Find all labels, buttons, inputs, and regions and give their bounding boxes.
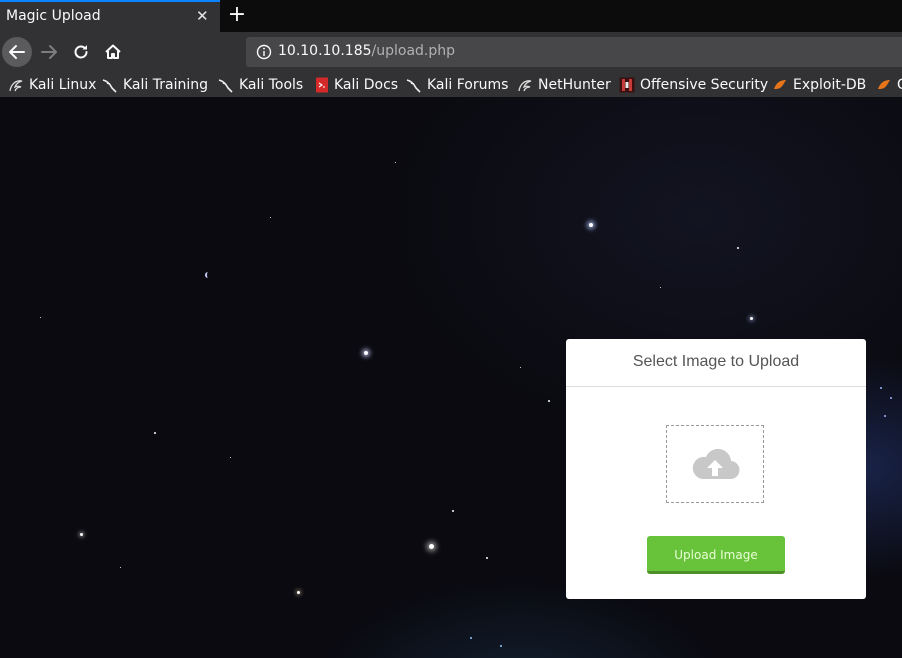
bookmark-kali-forums[interactable]: Kali Forums (406, 75, 508, 95)
star (470, 637, 472, 639)
bookmark-kali-docs[interactable]: Kali Docs (315, 75, 398, 95)
star (40, 317, 41, 318)
star (890, 397, 892, 399)
star (884, 415, 886, 417)
close-tab-icon[interactable]: ✕ (196, 7, 209, 25)
star (750, 317, 753, 320)
star (120, 567, 121, 568)
kali-dragon-icon (9, 80, 23, 92)
image-dropzone[interactable] (666, 425, 764, 503)
bookmark-exploit-db[interactable]: Exploit-DB (772, 75, 866, 95)
star (395, 162, 396, 163)
navigation-toolbar: 10.10.10.185/upload.php (0, 32, 902, 72)
star (452, 510, 454, 512)
star (154, 432, 156, 434)
new-tab-button[interactable]: + (226, 1, 248, 29)
page-content: Select Image to Upload Upload Image (0, 97, 902, 658)
bookmark-label: Exploit-DB (793, 77, 867, 93)
bookmark-nethunter[interactable]: NetHunter (517, 75, 611, 95)
reload-button[interactable] (67, 38, 95, 66)
star (429, 544, 434, 549)
kali-docs-icon (316, 77, 328, 93)
bookmark-overflow[interactable]: G (876, 75, 902, 95)
star (364, 351, 368, 355)
star (520, 367, 521, 368)
exploit-db-icon (774, 80, 786, 89)
home-button[interactable] (99, 38, 127, 66)
reload-icon (74, 45, 88, 59)
upload-card: Select Image to Upload Upload Image (566, 339, 866, 599)
url-bar[interactable]: 10.10.10.185/upload.php (246, 37, 902, 67)
card-title: Select Image to Upload (566, 339, 866, 387)
offsec-icon (619, 77, 635, 93)
info-icon[interactable] (256, 44, 272, 60)
tab-strip: Magic Upload ✕ + (0, 0, 902, 32)
kali-dragon-icon (518, 80, 532, 92)
star (880, 387, 882, 389)
star (486, 557, 488, 559)
bookmark-kali-linux[interactable]: Kali Linux (8, 75, 96, 95)
bookmark-label: Kali Tools (239, 77, 304, 93)
forward-button[interactable] (35, 38, 63, 66)
back-button[interactable] (2, 37, 32, 67)
arrow-right-icon (41, 45, 57, 59)
star (500, 645, 502, 647)
bookmark-kali-training[interactable]: Kali Training (102, 75, 208, 95)
kali-dragon-icon (102, 79, 117, 93)
star (297, 591, 300, 594)
bookmark-label: G (897, 77, 902, 93)
url-path: /upload.php (371, 43, 456, 59)
home-icon (105, 44, 121, 59)
crescent-moon (205, 272, 211, 278)
tab-title: Magic Upload (6, 8, 101, 24)
url-text[interactable]: 10.10.10.185/upload.php (278, 43, 455, 59)
bookmarks-toolbar: Kali Linux Kali Training Kali Tools Kali… (0, 72, 902, 97)
star (548, 400, 550, 402)
url-host: 10.10.10.185 (278, 43, 372, 59)
arrow-left-icon (9, 45, 25, 59)
bookmark-label: Kali Training (123, 77, 208, 93)
star (589, 223, 593, 227)
bookmark-label: Kali Docs (334, 77, 399, 93)
star (230, 457, 231, 458)
bookmark-label: Offensive Security (640, 77, 769, 93)
star (270, 217, 271, 218)
bookmark-kali-tools[interactable]: Kali Tools (218, 75, 303, 95)
bookmark-label: Kali Linux (29, 77, 97, 93)
exploit-db-icon (878, 80, 890, 89)
kali-dragon-icon (406, 79, 421, 93)
kali-dragon-icon (218, 79, 233, 93)
tab-magic-upload[interactable]: Magic Upload ✕ (0, 0, 220, 32)
star (660, 287, 661, 288)
bookmark-offensive-security[interactable]: Offensive Security (619, 75, 768, 95)
cloud-upload-icon (692, 448, 740, 480)
upload-image-button[interactable]: Upload Image (647, 536, 785, 574)
bookmark-label: NetHunter (538, 77, 611, 93)
star (80, 533, 83, 536)
star (737, 247, 739, 249)
bookmark-label: Kali Forums (427, 77, 509, 93)
